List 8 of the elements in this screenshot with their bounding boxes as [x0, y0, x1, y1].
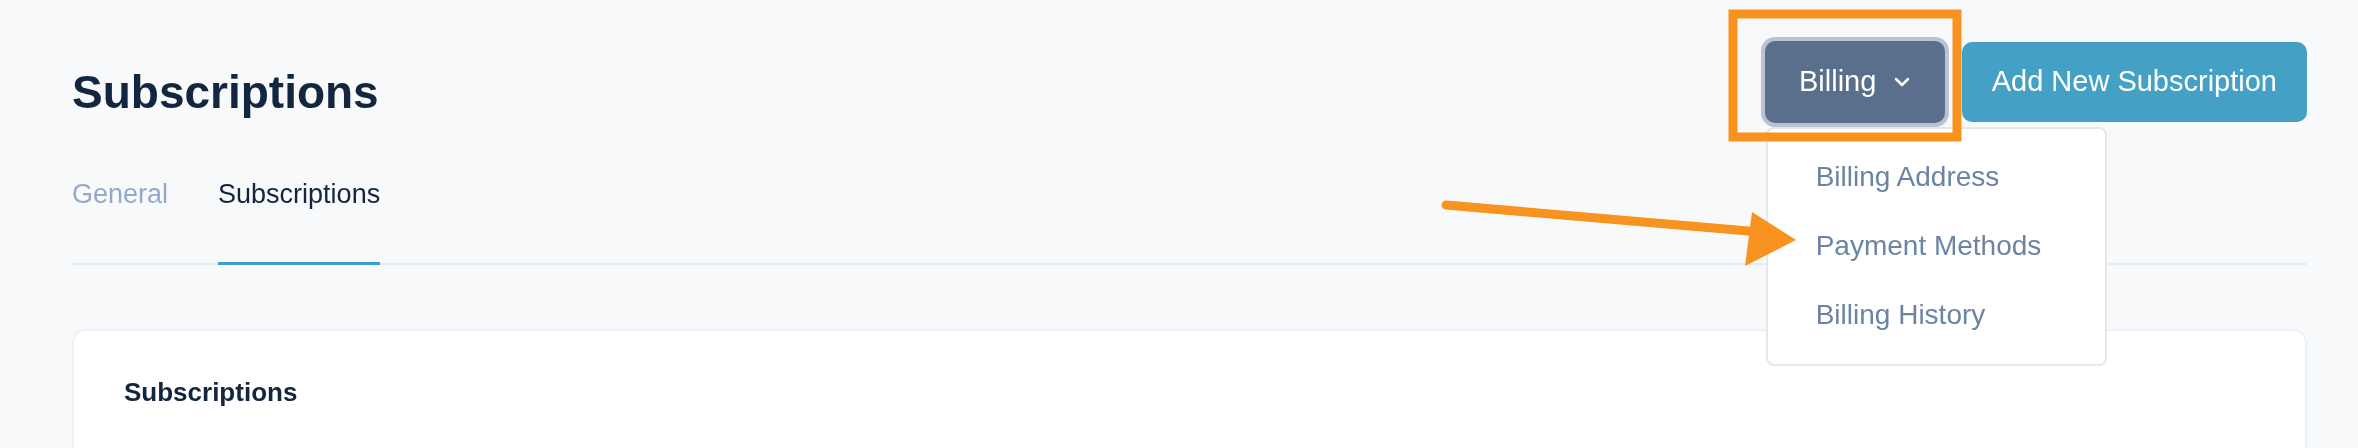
page-title: Subscriptions: [72, 64, 379, 119]
menu-item[interactable]: Billing History: [1767, 280, 2105, 350]
menu-item[interactable]: Billing Address: [1767, 142, 2105, 212]
add-subscription-button[interactable]: Add New Subscription: [1961, 41, 2307, 122]
tab[interactable]: Subscriptions: [218, 171, 381, 265]
card-title: Subscriptions: [124, 377, 299, 408]
menu-item[interactable]: Payment Methods: [1767, 211, 2105, 281]
tab[interactable]: General: [72, 171, 169, 265]
